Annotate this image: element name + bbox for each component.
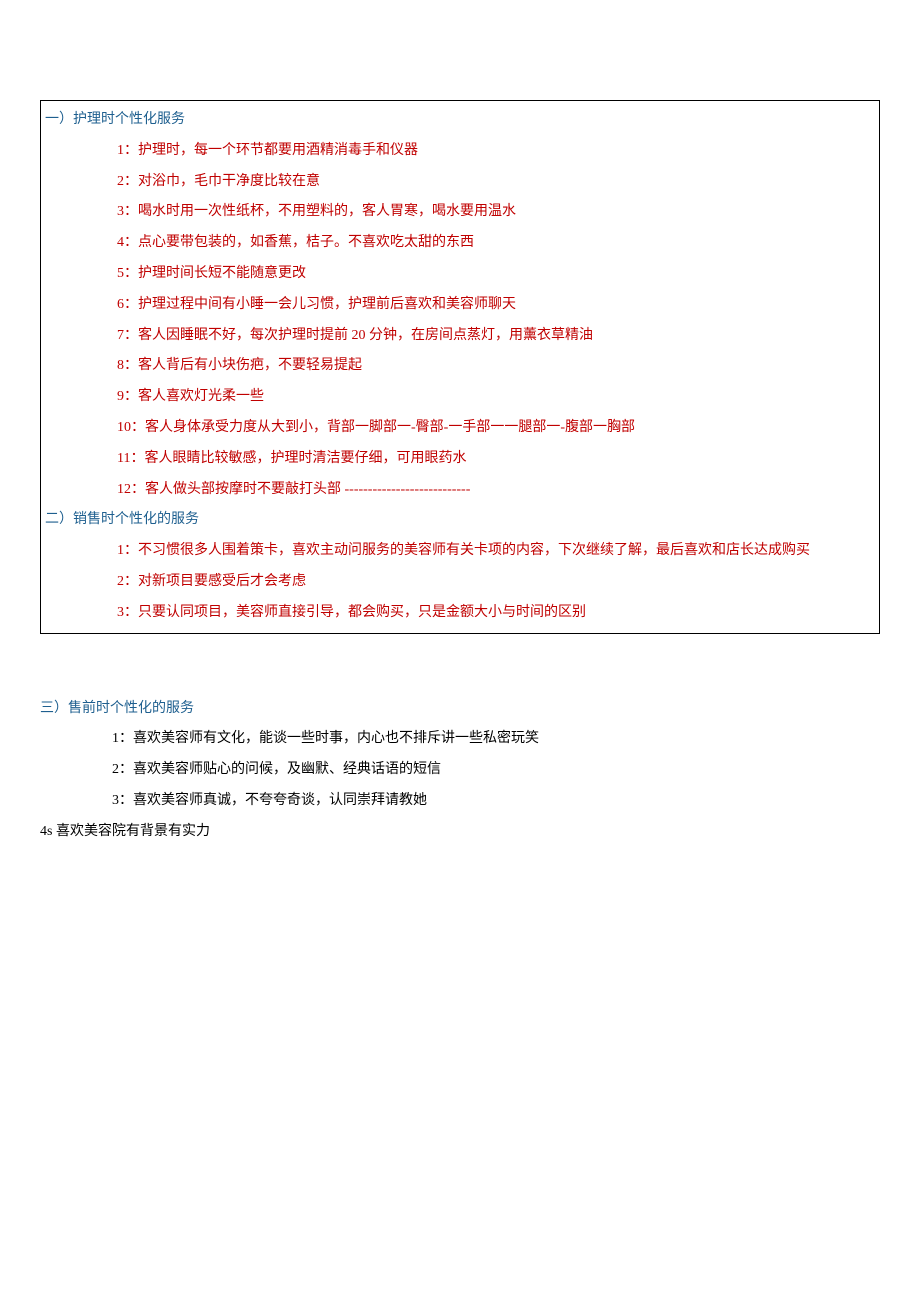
section-1-item: 4：点心要带包装的，如香蕉，桔子。不喜欢吃太甜的东西 bbox=[45, 228, 871, 259]
section-2-item: 2：对新项目要感受后才会考虑 bbox=[45, 567, 871, 598]
section-1-item-12-text: 12：客人做头部按摩时不要敲打头部 bbox=[117, 482, 345, 497]
section-2-heading: 二）销售时个性化的服务 bbox=[45, 505, 871, 536]
outside-content: 三）售前时个性化的服务 1：喜欢美容师有文化，能谈一些时事，内心也不排斥讲一些私… bbox=[40, 694, 880, 848]
section-1-item: 11：客人眼睛比较敏感，护理时清洁要仔细，可用眼药水 bbox=[45, 444, 871, 475]
section-1-item: 1：护理时，每一个环节都要用酒精消毒手和仪器 bbox=[45, 136, 871, 167]
section-2-item: 1：不习惯很多人围着策卡，喜欢主动问服务的美容师有关卡项的内容，下次继续了解，最… bbox=[45, 536, 871, 567]
section-1-item: 2：对浴巾，毛巾干净度比较在意 bbox=[45, 167, 871, 198]
section-1-item: 9：客人喜欢灯光柔一些 bbox=[45, 382, 871, 413]
section-1-item: 6：护理过程中间有小睡一会儿习惯，护理前后喜欢和美容师聊天 bbox=[45, 290, 871, 321]
section-1-item: 10：客人身体承受力度从大到小，背部一脚部一-臀部-一手部一一腿部一-腹部一胸部 bbox=[45, 413, 871, 444]
section-3-heading: 三）售前时个性化的服务 bbox=[40, 694, 880, 725]
section-3-item: 2：喜欢美容师贴心的问候，及幽默、经典话语的短信 bbox=[40, 755, 880, 786]
section-3-item: 3：喜欢美容师真诚，不夸夸奇谈，认同崇拜请教她 bbox=[40, 786, 880, 817]
section-1-item: 8：客人背后有小块伤疤，不要轻易提起 bbox=[45, 351, 871, 382]
section-1-item-12: 12：客人做头部按摩时不要敲打头部 ----------------------… bbox=[45, 475, 871, 506]
bordered-content-box: 一）护理时个性化服务 1：护理时，每一个环节都要用酒精消毒手和仪器 2：对浴巾，… bbox=[40, 100, 880, 634]
section-1-heading: 一）护理时个性化服务 bbox=[45, 105, 871, 136]
section-2-item: 3：只要认同项目，美容师直接引导，都会购买，只是金额大小与时间的区别 bbox=[45, 598, 871, 629]
section-1-item-12-dashes: --------------------------- bbox=[345, 482, 471, 497]
section-1-item: 5：护理时间长短不能随意更改 bbox=[45, 259, 871, 290]
section-1-item: 7：客人因睡眠不好，每次护理时提前 20 分钟，在房间点蒸灯，用薰衣草精油 bbox=[45, 321, 871, 352]
section-1-item: 3：喝水时用一次性纸杯，不用塑料的，客人胃寒，喝水要用温水 bbox=[45, 197, 871, 228]
section-3-last-line: 4s 喜欢美容院有背景有实力 bbox=[40, 817, 880, 848]
section-3-item: 1：喜欢美容师有文化，能谈一些时事，内心也不排斥讲一些私密玩笑 bbox=[40, 724, 880, 755]
